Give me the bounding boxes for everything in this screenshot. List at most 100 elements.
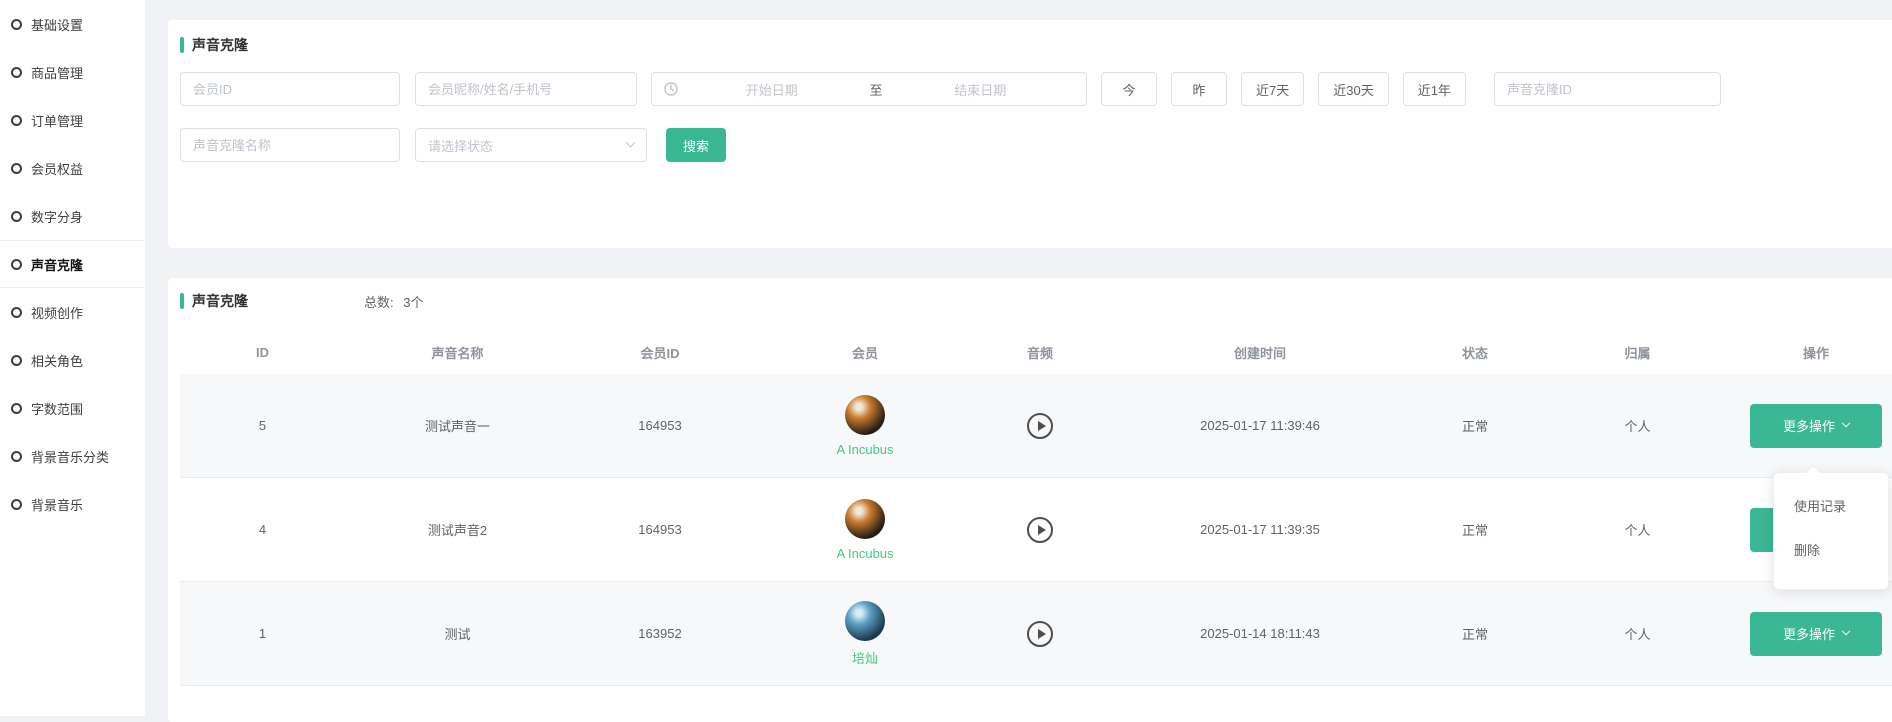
- total-count: 总数: 3个: [358, 292, 423, 311]
- sidebar-item-8[interactable]: 字数范围: [0, 384, 145, 432]
- cell-belong: 个人: [1530, 416, 1745, 435]
- table-body: 5 测试声音一 164953 A Incubus 2025-01-17 11:3…: [180, 374, 1892, 686]
- member-avatar[interactable]: [845, 499, 885, 539]
- table-row: 5 测试声音一 164953 A Incubus 2025-01-17 11:3…: [180, 374, 1892, 478]
- quick-date-button[interactable]: 近7天: [1241, 72, 1304, 106]
- sidebar-item-9[interactable]: 背景音乐分类: [0, 432, 145, 480]
- cell-audio: [980, 621, 1100, 647]
- member-name-link[interactable]: A Incubus: [836, 546, 893, 561]
- sidebar-item-6[interactable]: 视频创作: [0, 288, 145, 336]
- play-audio-button[interactable]: [1027, 517, 1053, 543]
- radio-circle-icon: [11, 67, 22, 78]
- cell-created-time: 2025-01-17 11:39:35: [1100, 522, 1420, 537]
- cell-member: A Incubus: [750, 395, 980, 457]
- cell-member: 培灿: [750, 601, 980, 667]
- table-panel: 声音克隆 总数: 3个 ID声音名称会员ID会员音频创建时间状态归属操作 5 测…: [168, 278, 1892, 722]
- cell-status: 正常: [1420, 624, 1530, 643]
- cell-voice-name: 测试声音2: [345, 520, 570, 539]
- table-header-cell: ID: [180, 345, 345, 360]
- title-accent-bar: [180, 37, 184, 53]
- clock-icon: [664, 82, 678, 96]
- member-name-link[interactable]: 培灿: [852, 648, 878, 667]
- table-row: 4 测试声音2 164953 A Incubus 2025-01-17 11:3…: [180, 478, 1892, 582]
- play-icon: [1038, 421, 1046, 431]
- quick-date-button[interactable]: 昨: [1171, 72, 1227, 106]
- actions-dropdown-menu: 使用记录删除: [1773, 472, 1889, 590]
- cell-id: 1: [180, 626, 345, 641]
- sidebar-item-label: 商品管理: [31, 63, 83, 82]
- clone-name-input[interactable]: [180, 128, 400, 162]
- table-header-cell: 会员ID: [570, 343, 750, 362]
- radio-circle-icon: [11, 307, 22, 318]
- sidebar-item-3[interactable]: 会员权益: [0, 144, 145, 192]
- dropdown-menu-item[interactable]: 使用记录: [1774, 485, 1888, 529]
- cell-member-id: 163952: [570, 626, 750, 641]
- cell-status: 正常: [1420, 520, 1530, 539]
- more-actions-label: 更多操作: [1783, 624, 1835, 643]
- cell-created-time: 2025-01-14 18:11:43: [1100, 626, 1420, 641]
- cell-created-time: 2025-01-17 11:39:46: [1100, 418, 1420, 433]
- radio-circle-icon: [11, 403, 22, 414]
- quick-date-button[interactable]: 近30天: [1318, 72, 1388, 106]
- member-avatar[interactable]: [845, 395, 885, 435]
- sidebar-item-10[interactable]: 背景音乐: [0, 480, 145, 528]
- date-range-input[interactable]: 开始日期 至 结束日期: [651, 72, 1087, 106]
- more-actions-button[interactable]: 更多操作: [1750, 404, 1882, 448]
- cell-actions: 更多操作: [1745, 612, 1887, 656]
- sidebar-item-5[interactable]: 声音克隆: [0, 240, 145, 288]
- sidebar-item-7[interactable]: 相关角色: [0, 336, 145, 384]
- cell-id: 4: [180, 522, 345, 537]
- sidebar-item-label: 会员权益: [31, 159, 83, 178]
- sidebar-item-1[interactable]: 商品管理: [0, 48, 145, 96]
- cell-member: A Incubus: [750, 499, 980, 561]
- status-select-placeholder: 请选择状态: [428, 136, 493, 155]
- table-header-cell: 音频: [980, 343, 1100, 362]
- radio-circle-icon: [11, 163, 22, 174]
- table-header-cell: 归属: [1530, 343, 1745, 362]
- radio-circle-icon: [11, 19, 22, 30]
- table-title-text: 声音克隆: [192, 291, 248, 311]
- cell-actions: 更多操作: [1745, 404, 1887, 448]
- sidebar-item-0[interactable]: 基础设置: [0, 0, 145, 48]
- table-header-cell: 状态: [1420, 343, 1530, 362]
- member-name-link[interactable]: A Incubus: [836, 442, 893, 457]
- sidebar: 基础设置 商品管理 订单管理 会员权益 数字分身 声音克隆 视频创作 相关角色 …: [0, 0, 145, 716]
- radio-circle-icon: [11, 355, 22, 366]
- sidebar-item-label: 基础设置: [31, 15, 83, 34]
- voice-clone-table: ID声音名称会员ID会员音频创建时间状态归属操作 5 测试声音一 164953 …: [180, 330, 1892, 686]
- search-button[interactable]: 搜索: [666, 128, 726, 162]
- clone-id-input[interactable]: [1494, 72, 1721, 106]
- cell-belong: 个人: [1530, 520, 1745, 539]
- table-header-cell: 声音名称: [345, 343, 570, 362]
- table-header-row: ID声音名称会员ID会员音频创建时间状态归属操作: [180, 330, 1892, 374]
- member-avatar[interactable]: [845, 601, 885, 641]
- sidebar-item-label: 字数范围: [31, 399, 83, 418]
- table-header-cell: 创建时间: [1100, 343, 1420, 362]
- cell-audio: [980, 517, 1100, 543]
- cell-id: 5: [180, 418, 345, 433]
- sidebar-item-4[interactable]: 数字分身: [0, 192, 145, 240]
- dropdown-menu-item[interactable]: 删除: [1774, 529, 1888, 573]
- quick-date-button[interactable]: 今: [1101, 72, 1157, 106]
- sidebar-item-2[interactable]: 订单管理: [0, 96, 145, 144]
- table-header-cell: 操作: [1745, 343, 1887, 362]
- play-audio-button[interactable]: [1027, 413, 1053, 439]
- radio-circle-icon: [11, 259, 22, 270]
- more-actions-button[interactable]: 更多操作: [1750, 612, 1882, 656]
- sidebar-item-label: 相关角色: [31, 351, 83, 370]
- member-name-input[interactable]: [415, 72, 637, 106]
- cell-member-id: 164953: [570, 418, 750, 433]
- chevron-down-icon: [626, 137, 636, 147]
- member-id-input[interactable]: [180, 72, 400, 106]
- status-select[interactable]: 请选择状态: [415, 128, 647, 162]
- cell-status: 正常: [1420, 416, 1530, 435]
- sidebar-item-label: 背景音乐分类: [31, 447, 109, 466]
- play-icon: [1038, 629, 1046, 639]
- play-audio-button[interactable]: [1027, 621, 1053, 647]
- sidebar-item-label: 视频创作: [31, 303, 83, 322]
- more-actions-label: 更多操作: [1783, 416, 1835, 435]
- quick-date-button[interactable]: 近1年: [1403, 72, 1466, 106]
- total-label: 总数:: [364, 295, 394, 310]
- date-end-placeholder: 结束日期: [887, 80, 1075, 99]
- filter-panel: 声音克隆 开始日期 至 结束日期 今昨近7天近30天近1年 请选择状态 搜索: [168, 20, 1892, 248]
